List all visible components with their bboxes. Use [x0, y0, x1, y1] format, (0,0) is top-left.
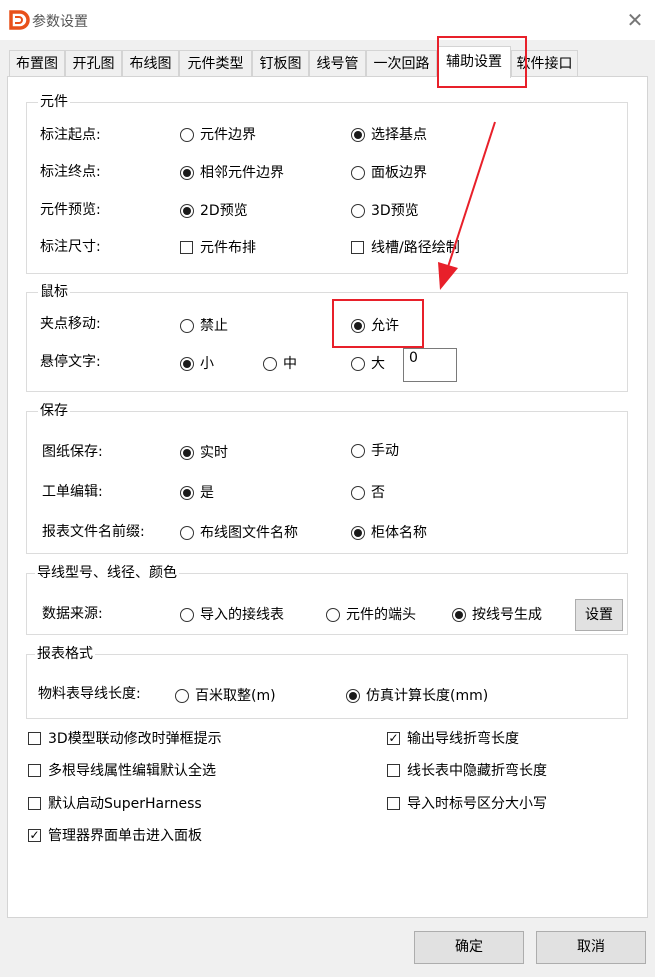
label-grip-move: 夹点移动:: [40, 316, 101, 332]
checkbox-trunking-path-drawing[interactable]: 线槽/路径绘制: [351, 238, 481, 258]
checkbox-case-sensitive-import[interactable]: 导入时标号区分大小写: [387, 794, 577, 814]
radio-2d-preview[interactable]: 2D预览: [180, 201, 270, 221]
mouse-group: [26, 292, 628, 392]
close-icon[interactable]: ✕: [624, 9, 646, 31]
tab-nailboard[interactable]: 钉板图: [252, 50, 309, 76]
checkbox-3d-model-prompt[interactable]: 3D模型联动修改时弹框提示: [28, 729, 248, 749]
radio-work-order-no[interactable]: 否: [351, 483, 411, 503]
radio-hover-large[interactable]: 大: [351, 354, 401, 374]
radio-work-order-yes[interactable]: 是: [180, 483, 240, 503]
radio-select-base-point[interactable]: 选择基点: [351, 125, 451, 145]
radio-grip-allow[interactable]: 允许: [351, 316, 421, 336]
label-annotation-end: 标注终点:: [40, 164, 101, 180]
checkbox-multi-wire-select-all[interactable]: 多根导线属性编辑默认全选: [28, 761, 248, 781]
mouse-group-title: 鼠标: [38, 283, 70, 301]
radio-cabinet-name[interactable]: 柜体名称: [351, 523, 451, 543]
tab-primary-circuit[interactable]: 一次回路: [366, 50, 437, 76]
cancel-button[interactable]: 取消: [536, 931, 646, 964]
wire-group: [26, 573, 628, 635]
ok-button[interactable]: 确定: [414, 931, 524, 964]
radio-wiring-diagram-filename[interactable]: 布线图文件名称: [180, 523, 310, 543]
component-group-title: 元件: [38, 93, 70, 111]
tab-auxiliary-settings[interactable]: 辅助设置: [437, 46, 511, 78]
tab-layout[interactable]: 布置图: [9, 50, 65, 76]
wire-settings-button[interactable]: 设置: [575, 599, 623, 631]
tab-component-type[interactable]: 元件类型: [179, 50, 252, 76]
radio-panel-border[interactable]: 面板边界: [351, 163, 451, 183]
label-work-order-edit: 工单编辑:: [42, 484, 103, 500]
checkbox-output-bend-length[interactable]: ✓ 输出导线折弯长度: [387, 729, 547, 749]
radio-component-terminal[interactable]: 元件的端头: [326, 605, 426, 625]
tab-wiring[interactable]: 布线图: [122, 50, 179, 76]
checkbox-click-enter-panel[interactable]: ✓ 管理器界面单击进入面板: [28, 826, 248, 846]
radio-simulated-length[interactable]: 仿真计算长度(mm): [346, 686, 506, 706]
label-material-wire-length: 物料表导线长度:: [38, 686, 141, 702]
label-component-preview: 元件预览:: [40, 202, 101, 218]
tab-software-interface[interactable]: 软件接口: [511, 50, 578, 76]
radio-save-manual[interactable]: 手动: [351, 441, 421, 461]
radio-grip-forbid[interactable]: 禁止: [180, 316, 250, 336]
wire-group-title: 导线型号、线径、颜色: [35, 564, 179, 582]
radio-imported-wiring-table[interactable]: 导入的接线表: [180, 605, 300, 625]
label-drawing-save: 图纸保存:: [42, 444, 103, 460]
radio-save-realtime[interactable]: 实时: [180, 443, 250, 463]
tab-wire-number-tube[interactable]: 线号管: [309, 50, 366, 76]
tab-hole[interactable]: 开孔图: [65, 50, 122, 76]
radio-hover-small[interactable]: 小: [180, 354, 230, 374]
save-group-title: 保存: [38, 402, 70, 420]
label-report-filename-prefix: 报表文件名前缀:: [42, 524, 145, 540]
label-hover-text: 悬停文字:: [40, 354, 101, 370]
window-title: 参数设置: [32, 14, 88, 30]
app-logo-icon: [9, 10, 30, 30]
label-annotation-start: 标注起点:: [40, 127, 101, 143]
report-group-title: 报表格式: [35, 645, 95, 663]
radio-generate-by-wire-number[interactable]: 按线号生成: [452, 605, 552, 625]
checkbox-component-layout[interactable]: 元件布排: [180, 238, 280, 258]
label-data-source: 数据来源:: [42, 606, 103, 622]
hover-size-input[interactable]: 0: [403, 348, 457, 382]
radio-adjacent-component-border[interactable]: 相邻元件边界: [180, 163, 310, 183]
radio-component-border[interactable]: 元件边界: [180, 125, 280, 145]
checkbox-hide-bend-length[interactable]: 线长表中隐藏折弯长度: [387, 761, 577, 781]
radio-round-hundred-meters[interactable]: 百米取整(m): [175, 686, 295, 706]
label-annotation-size: 标注尺寸:: [40, 239, 101, 255]
radio-3d-preview[interactable]: 3D预览: [351, 201, 441, 221]
title-bar: 参数设置 ✕: [0, 0, 655, 40]
component-group: [26, 102, 628, 274]
checkbox-default-superharness[interactable]: 默认启动SuperHarness: [28, 794, 248, 814]
radio-hover-medium[interactable]: 中: [263, 354, 313, 374]
